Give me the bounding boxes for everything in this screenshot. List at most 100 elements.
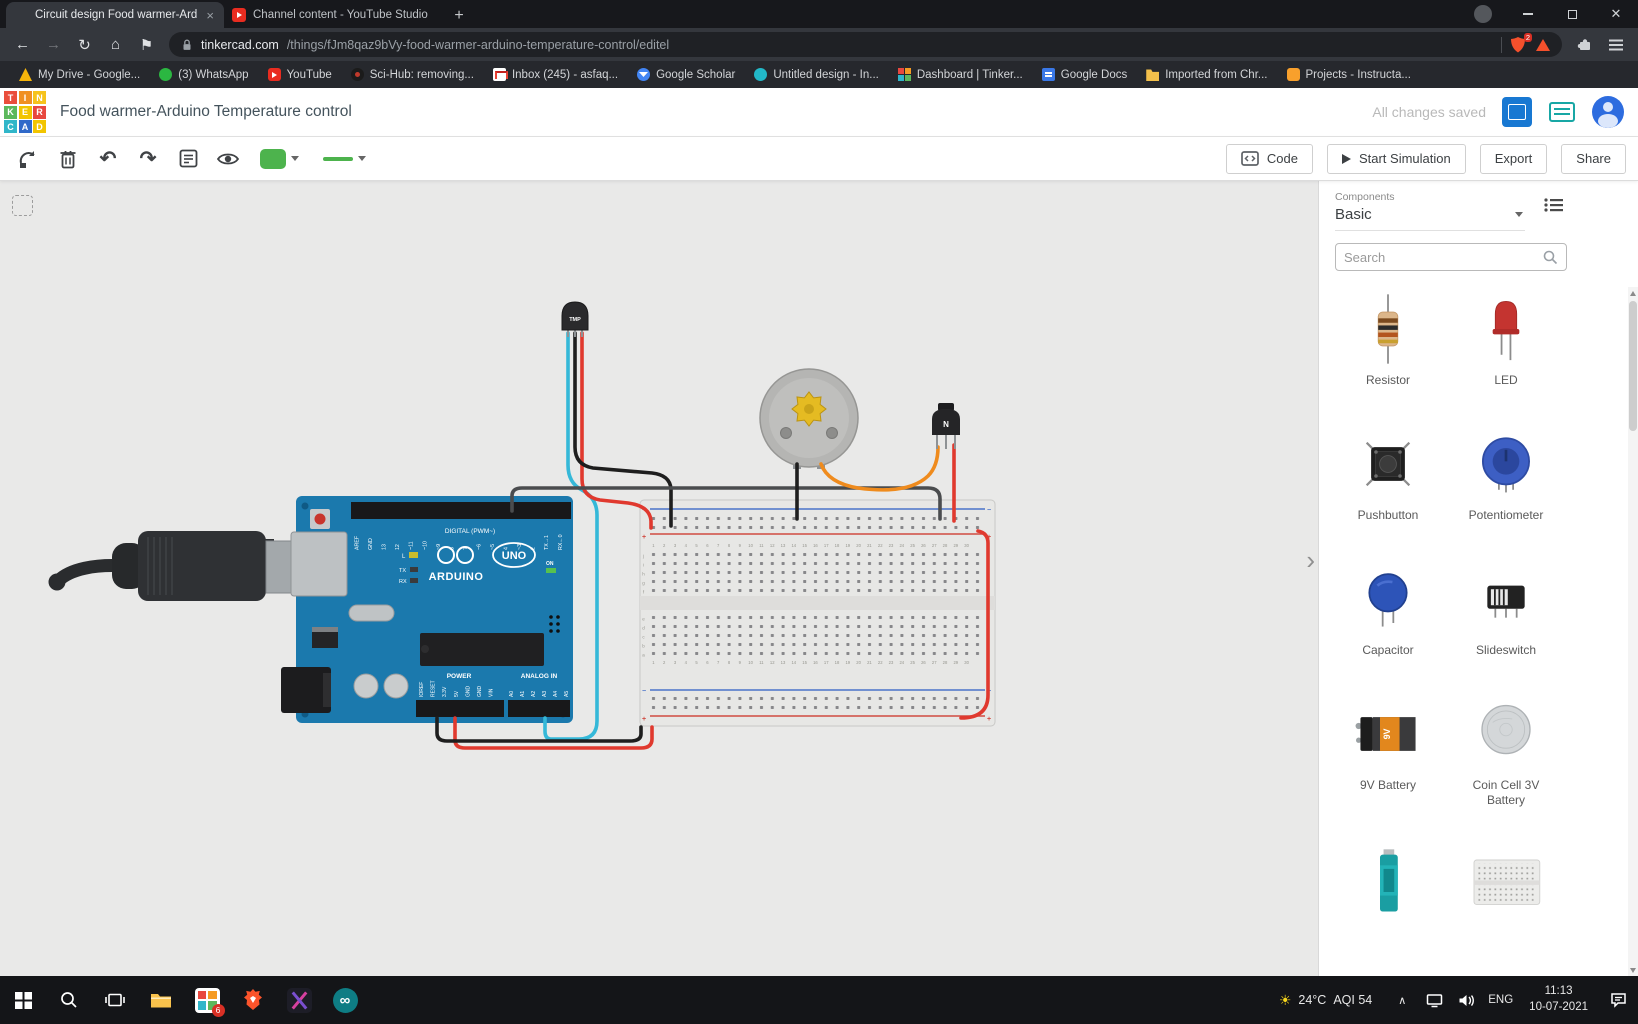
- component-led[interactable]: LED: [1447, 289, 1565, 388]
- start-button[interactable]: [0, 976, 46, 1024]
- browser-menu-icon[interactable]: [1601, 30, 1630, 59]
- tray-expand-chevron[interactable]: ∧: [1386, 976, 1418, 1024]
- panel-scrollbar[interactable]: [1628, 287, 1638, 976]
- power-header[interactable]: [416, 700, 504, 717]
- delete-tool-icon[interactable]: [52, 144, 84, 174]
- reset-button[interactable]: [315, 514, 326, 525]
- component-capacitor[interactable]: Capacitor: [1329, 559, 1447, 658]
- component-9v-battery[interactable]: 9V 9V Battery: [1329, 694, 1447, 808]
- bookmark-scihub[interactable]: Sci-Hub: removing...: [342, 65, 483, 84]
- bookmark-scholar[interactable]: Google Scholar: [628, 65, 744, 84]
- arduino-uno[interactable]: UNO ARDUINO DIGITAL (PWM~) POWER ANALOG …: [281, 496, 573, 723]
- scrollbar-thumb[interactable]: [1629, 301, 1637, 431]
- analog-header[interactable]: [508, 700, 570, 717]
- bookmark-tinkercad-dashboard[interactable]: Dashboard | Tinker...: [889, 65, 1032, 84]
- display-tray-icon[interactable]: [1418, 976, 1450, 1024]
- annotation-tool-icon[interactable]: [172, 144, 204, 174]
- user-avatar[interactable]: [1592, 96, 1624, 128]
- design-title[interactable]: Food warmer-Arduino Temperature control: [60, 103, 352, 121]
- brave-taskbar-icon[interactable]: [230, 976, 276, 1024]
- bookmark-page-icon[interactable]: ⚑: [132, 30, 161, 59]
- app-icon-purple[interactable]: [276, 976, 322, 1024]
- transistor[interactable]: N: [932, 403, 960, 449]
- panel-collapse-chevron[interactable]: ›: [1306, 547, 1315, 573]
- component-partial-breadboard[interactable]: [1447, 844, 1565, 924]
- tab-youtube-studio[interactable]: Channel content - YouTube Studio: [224, 2, 442, 28]
- taskbar-clock[interactable]: 11:13 10-07-2021: [1519, 984, 1598, 1015]
- wire-color-swatch[interactable]: [323, 157, 353, 161]
- back-button[interactable]: ←: [8, 30, 37, 59]
- component-slideswitch[interactable]: Slideswitch: [1447, 559, 1565, 658]
- bookmark-inbox[interactable]: Inbox (245) - asfaq...: [484, 65, 627, 84]
- bookmark-docs[interactable]: Google Docs: [1033, 65, 1136, 84]
- bookmark-imported[interactable]: Imported from Chr...: [1137, 65, 1276, 84]
- breadboard[interactable]: − + − + − + − + 123456789101112131415161…: [640, 500, 995, 726]
- component-pushbutton[interactable]: Pushbutton: [1329, 424, 1447, 523]
- url-bar[interactable]: tinkercad.com /things/fJm8qaz9bVy-food-w…: [169, 32, 1562, 57]
- bookmark-youtube[interactable]: YouTube: [259, 65, 341, 84]
- scroll-down-arrow[interactable]: [1628, 964, 1638, 976]
- visibility-icon[interactable]: [212, 144, 244, 174]
- forward-button[interactable]: →: [39, 30, 68, 59]
- chevron-down-icon[interactable]: [358, 156, 366, 161]
- list-view-icon[interactable]: [1544, 197, 1564, 218]
- bookmark-whatsapp[interactable]: (3) WhatsApp: [150, 65, 257, 84]
- zoom-to-fit-icon[interactable]: [12, 195, 33, 216]
- wire-red-tmp[interactable]: [582, 333, 651, 528]
- file-explorer-icon[interactable]: [138, 976, 184, 1024]
- component-coin-cell[interactable]: Coin Cell 3V Battery: [1447, 694, 1565, 808]
- component-color-picker[interactable]: [252, 149, 307, 169]
- usb-cable[interactable]: [49, 531, 301, 601]
- window-close-button[interactable]: ✕: [1594, 0, 1638, 28]
- browser-profile-button[interactable]: [1474, 5, 1492, 23]
- redo-icon[interactable]: ↷: [132, 144, 164, 174]
- language-indicator[interactable]: ENG: [1482, 994, 1519, 1006]
- weather-widget[interactable]: ☀ 24°C AQI 54: [1265, 976, 1386, 1024]
- brave-shield-icon[interactable]: 2: [1510, 36, 1528, 54]
- new-tab-button[interactable]: +: [446, 4, 472, 28]
- circuit-canvas[interactable]: − + − + − + − + 123456789101112131415161…: [0, 181, 1318, 976]
- start-simulation-button[interactable]: Start Simulation: [1327, 144, 1466, 174]
- component-resistor[interactable]: Resistor: [1329, 289, 1447, 388]
- tinkercad-taskbar-icon[interactable]: 6: [184, 976, 230, 1024]
- component-search[interactable]: [1335, 243, 1567, 271]
- search-input[interactable]: [1344, 250, 1543, 265]
- tinkercad-logo[interactable]: TIN KER CAD: [4, 91, 46, 133]
- svg-text:+: +: [987, 716, 991, 723]
- tmp-sensor[interactable]: TMP: [562, 302, 588, 337]
- window-maximize-button[interactable]: [1550, 0, 1594, 28]
- home-button[interactable]: ⌂: [101, 30, 130, 59]
- scroll-up-arrow[interactable]: [1628, 287, 1638, 299]
- reload-button[interactable]: ↻: [70, 30, 99, 59]
- export-button[interactable]: Export: [1480, 144, 1548, 174]
- tab-circuit-design[interactable]: Circuit design Food warmer-Ardu ×: [6, 2, 224, 28]
- component-potentiometer[interactable]: Potentiometer: [1447, 424, 1565, 523]
- rotate-tool-icon[interactable]: [12, 144, 44, 174]
- components-panel: Components Basic: [1318, 181, 1638, 976]
- share-button[interactable]: Share: [1561, 144, 1626, 174]
- color-swatch[interactable]: [260, 149, 286, 169]
- chevron-down-icon[interactable]: [291, 156, 299, 161]
- component-partial-battery[interactable]: [1329, 844, 1447, 924]
- tab-close-icon[interactable]: ×: [204, 8, 216, 23]
- circuit-view-toggle[interactable]: [1502, 97, 1532, 127]
- wire-color-picker[interactable]: [315, 156, 374, 161]
- canva-icon: [754, 68, 767, 81]
- dc-motor[interactable]: [760, 369, 858, 469]
- brave-rewards-icon[interactable]: [1536, 39, 1550, 51]
- arduino-taskbar-icon[interactable]: ∞: [322, 976, 368, 1024]
- bookmark-canva[interactable]: Untitled design - In...: [745, 65, 887, 84]
- volume-tray-icon[interactable]: [1450, 976, 1482, 1024]
- undo-icon[interactable]: ↶: [92, 144, 124, 174]
- extensions-icon[interactable]: [1570, 30, 1599, 59]
- action-center-icon[interactable]: [1598, 976, 1638, 1024]
- task-view-icon[interactable]: [92, 976, 138, 1024]
- code-button[interactable]: Code: [1226, 144, 1313, 174]
- taskbar-search-icon[interactable]: [46, 976, 92, 1024]
- list-view-toggle[interactable]: [1548, 99, 1576, 125]
- digital-header[interactable]: [351, 502, 571, 519]
- window-minimize-button[interactable]: [1506, 0, 1550, 28]
- components-dropdown[interactable]: Basic: [1335, 203, 1525, 231]
- bookmark-instructables[interactable]: Projects - Instructa...: [1278, 65, 1420, 84]
- bookmark-drive[interactable]: My Drive - Google...: [10, 65, 149, 84]
